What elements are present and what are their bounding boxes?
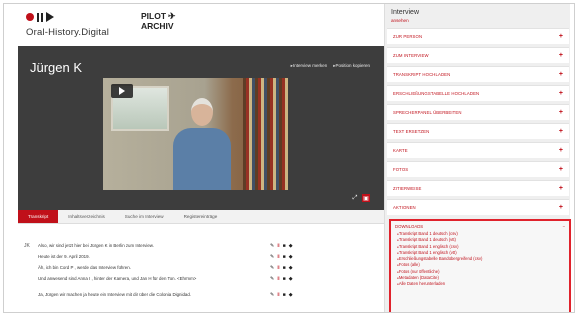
sidebar-item-citation[interactable]: ZITIERWEISE + — [387, 180, 569, 196]
transcript-panel: JK Also, wir sind jetzt hier bei Jürgen … — [18, 228, 384, 312]
plus-icon: + — [558, 109, 563, 116]
interview-stage: Jürgen K Interview merken Position kopie… — [18, 46, 384, 210]
pilot-archive-label: PILOT ✈ ARCHIV — [141, 11, 176, 31]
share-icon[interactable]: ⤢ — [351, 194, 359, 202]
edit-icon[interactable]: ✎ — [270, 265, 274, 271]
segment-tools: ✎ Ⅱ ■ ◆ — [270, 243, 293, 249]
edit-icon[interactable]: ✎ — [270, 292, 274, 298]
sidebar-item-upload-transcript[interactable]: TRANSKRIPT HOCHLADEN + — [387, 66, 569, 82]
sidebar-subtitle-link[interactable]: ansehen — [391, 17, 564, 24]
transcript-text: Äh, ich bin Cord P , werde das Interview… — [38, 265, 131, 270]
sidebar-title: Interview — [391, 9, 420, 16]
plus-icon: + — [558, 204, 563, 211]
bookmark-icon[interactable]: ◆ — [289, 243, 293, 249]
bookshelf-in-video — [243, 78, 288, 190]
tab-transcript[interactable]: Transkript — [18, 210, 59, 223]
segment-tools: ✎ Ⅱ ■ ◆ — [270, 276, 293, 282]
plus-icon: + — [558, 33, 563, 40]
marker-icon[interactable]: Ⅱ — [277, 292, 279, 298]
marker-icon[interactable]: Ⅱ — [277, 276, 279, 282]
airplane-icon: ✈ — [168, 11, 176, 21]
tag-icon[interactable]: ■ — [283, 292, 286, 298]
edit-icon[interactable]: ✎ — [270, 254, 274, 260]
sidebar-item-speaker-panel[interactable]: SPRECHERPANEL ÜBERBEITEN + — [387, 104, 569, 120]
sidebar-item-upload-index[interactable]: ERSCHLIEßUNGSTABELLE HOCHLADEN + — [387, 85, 569, 101]
video-player[interactable] — [103, 78, 288, 190]
site-header: Oral-History.Digital PILOT ✈ ARCHIV — [4, 4, 384, 44]
speaker-mark: JK — [24, 243, 30, 249]
plus-icon: + — [558, 185, 563, 192]
downloads-panel: DOWNLOADS − Transkript Band 1 deutsch (c… — [389, 219, 571, 312]
segment-tools: ✎ Ⅱ ■ ◆ — [270, 254, 293, 260]
plus-icon: + — [558, 128, 563, 135]
downloads-header[interactable]: DOWNLOADS − — [391, 221, 569, 231]
bookmark-icon[interactable]: ◆ — [289, 276, 293, 282]
stage-links: Interview merken Position kopieren — [291, 63, 370, 69]
tag-icon[interactable]: ■ — [283, 254, 286, 260]
interview-tabs: Transkript Inhaltsverzeichnis Suche im I… — [18, 210, 384, 224]
sidebar-item-interview[interactable]: ZUM INTERVIEW + — [387, 47, 569, 63]
copy-position-link[interactable]: Position kopieren — [333, 63, 370, 69]
play-icon[interactable] — [111, 84, 133, 98]
stage-icons: ⤢ ▣ — [351, 194, 370, 202]
transcript-text: Heute ist der 9. April 2019. — [38, 254, 90, 259]
tag-icon[interactable]: ■ — [283, 276, 286, 282]
marker-icon[interactable]: Ⅱ — [277, 265, 279, 271]
transcript-text: Und anwesend sind Anna I , hinter der Ka… — [38, 276, 197, 281]
interviewee-in-video — [171, 98, 233, 190]
page-frame: Oral-History.Digital PILOT ✈ ARCHIV Jürge… — [3, 3, 575, 313]
sidebar-item-map[interactable]: KARTE + — [387, 142, 569, 158]
sidebar-item-photos[interactable]: FOTOS + — [387, 161, 569, 177]
site-logo[interactable]: Oral-History.Digital — [26, 11, 146, 41]
interviewee-name: Jürgen K — [30, 60, 83, 75]
logo-mark-icon — [26, 11, 146, 23]
edit-icon[interactable]: ✎ — [270, 243, 274, 249]
bookmark-icon[interactable]: ◆ — [289, 265, 293, 271]
tag-icon[interactable]: ■ — [283, 243, 286, 249]
tag-icon[interactable]: ■ — [283, 265, 286, 271]
plus-icon: + — [558, 147, 563, 154]
sidebar-item-actions[interactable]: AKTIONEN + — [387, 199, 569, 215]
transcript-text: Ja, Jürgen wir machen ja heute ein Inter… — [38, 292, 192, 297]
plus-icon: + — [558, 90, 563, 97]
download-link[interactable]: Alle Daten herunterladen — [397, 281, 569, 287]
edit-icon[interactable]: ✎ — [270, 276, 274, 282]
tab-table-of-contents[interactable]: Inhaltsverzeichnis — [58, 210, 115, 223]
marker-icon[interactable]: Ⅱ — [277, 243, 279, 249]
sidebar-header: Interview ansehen — [385, 4, 570, 26]
sidebar-item-replace-text[interactable]: TEXT ERSETZEN + — [387, 123, 569, 139]
plus-icon: + — [558, 52, 563, 59]
transcript-text: Also, wir sind jetzt hier bei Jürgen K i… — [38, 243, 154, 248]
logo-text: Oral-History.Digital — [26, 27, 110, 38]
tab-search-in-interview[interactable]: Suche im Interview — [115, 210, 174, 223]
downloads-list: Transkript Band 1 deutsch (csv) Transkri… — [391, 231, 569, 287]
sidebar-item-person[interactable]: ZUR PERSON + — [387, 28, 569, 44]
segment-tools: ✎ Ⅱ ■ ◆ — [270, 292, 293, 298]
bookmark-icon[interactable]: ◆ — [289, 254, 293, 260]
plus-icon: + — [558, 166, 563, 173]
pdf-icon[interactable]: ▣ — [362, 194, 370, 202]
marker-icon[interactable]: Ⅱ — [277, 254, 279, 260]
bookmark-interview-link[interactable]: Interview merken — [291, 63, 327, 69]
minus-icon: − — [562, 224, 565, 229]
bookmark-icon[interactable]: ◆ — [289, 292, 293, 298]
segment-tools: ✎ Ⅱ ■ ◆ — [270, 265, 293, 271]
tab-register-entries[interactable]: Registereinträge — [174, 210, 228, 223]
plus-icon: + — [558, 71, 563, 78]
